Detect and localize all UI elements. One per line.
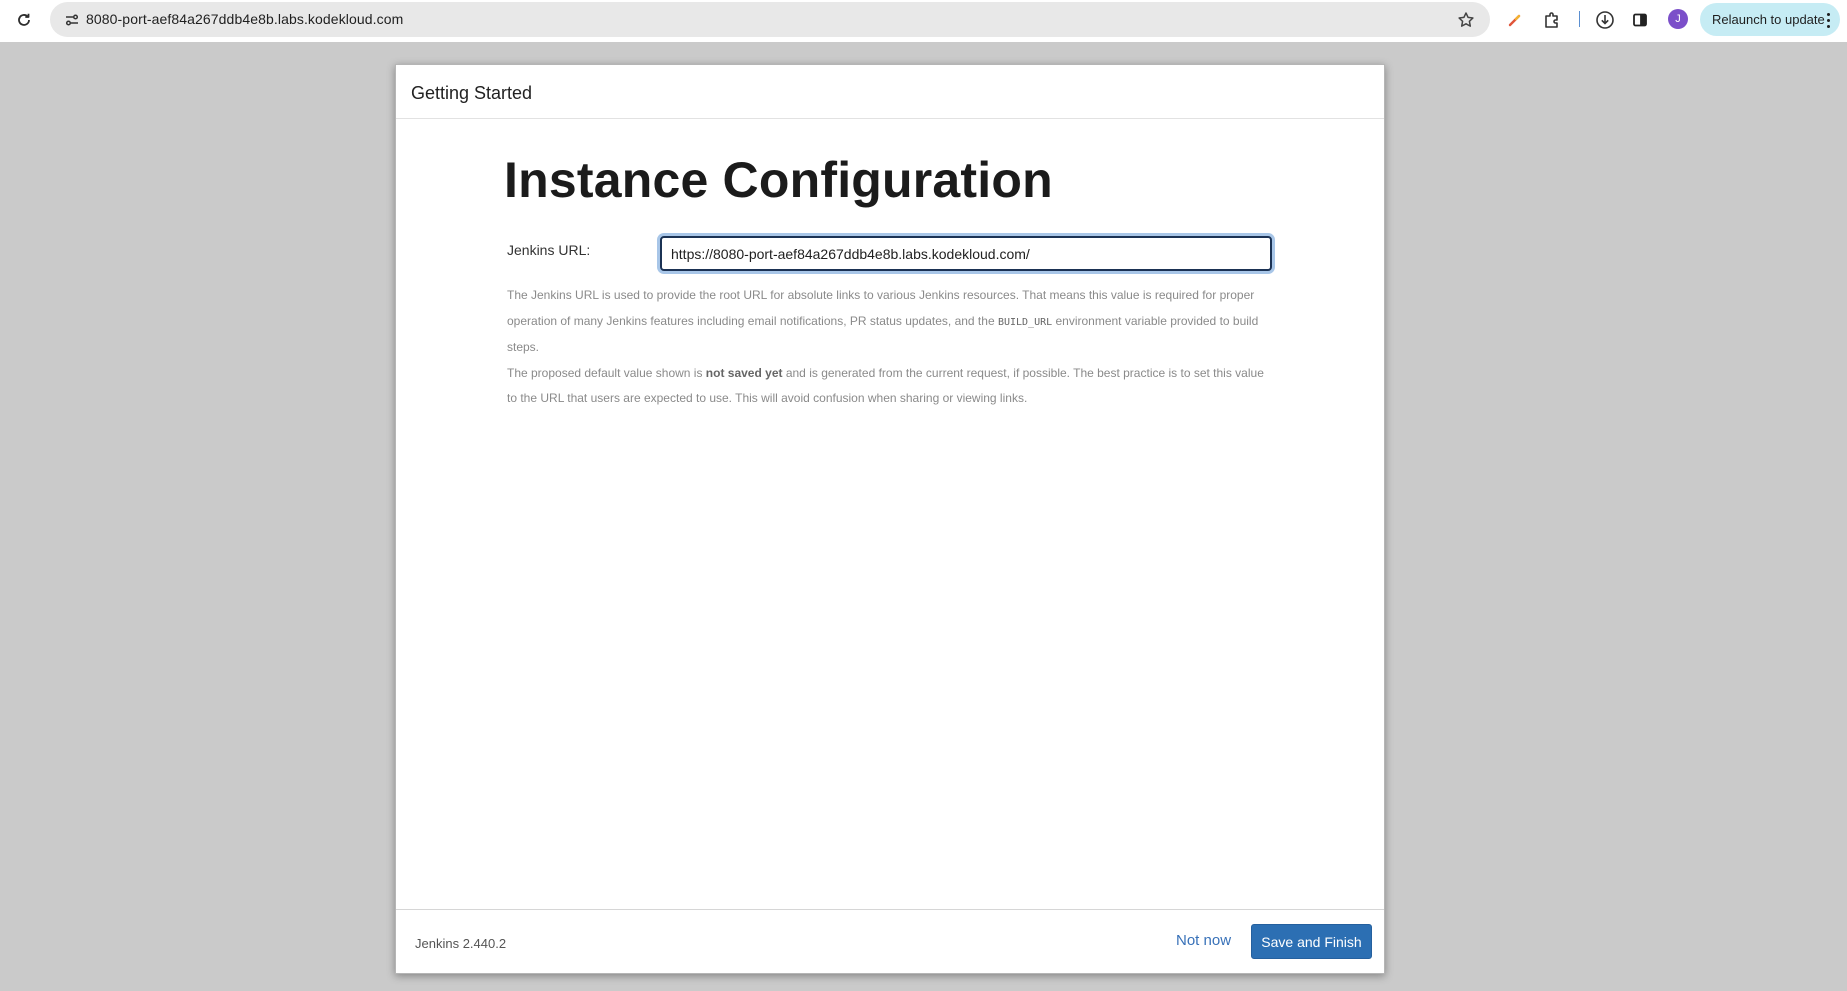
relaunch-label: Relaunch to update xyxy=(1712,12,1825,27)
address-bar-url[interactable]: 8080-port-aef84a267ddb4e8b.labs.kodeklou… xyxy=(86,11,403,27)
extensions-icon[interactable] xyxy=(1538,6,1566,34)
browser-toolbar: 8080-port-aef84a267ddb4e8b.labs.kodeklou… xyxy=(0,0,1847,42)
help-paragraph-2: The proposed default value shown is not … xyxy=(507,365,1264,406)
side-panel-icon[interactable] xyxy=(1626,6,1654,34)
profile-avatar[interactable]: J xyxy=(1668,9,1688,29)
not-now-link[interactable]: Not now xyxy=(1176,932,1231,949)
color-picker-icon[interactable] xyxy=(1501,6,1529,34)
help-paragraph-1: The Jenkins URL is used to provide the r… xyxy=(507,288,1259,354)
reload-icon[interactable] xyxy=(10,6,38,34)
site-info-icon[interactable] xyxy=(58,6,86,34)
setup-dialog: Getting Started Instance Configuration J… xyxy=(395,64,1385,974)
jenkins-url-help: The Jenkins URL is used to provide the r… xyxy=(507,283,1277,412)
download-icon[interactable] xyxy=(1591,6,1619,34)
dialog-title: Getting Started xyxy=(411,83,533,103)
dialog-footer: Jenkins 2.440.2 Not now Save and Finish xyxy=(396,909,1384,973)
build-url-code: BUILD_URL xyxy=(997,316,1053,328)
save-and-finish-button[interactable]: Save and Finish xyxy=(1251,924,1372,959)
more-menu-icon[interactable] xyxy=(1824,10,1832,30)
not-saved-emphasis: not saved yet xyxy=(705,365,783,380)
dialog-header: Getting Started xyxy=(396,65,1384,119)
jenkins-version: Jenkins 2.440.2 xyxy=(415,936,507,951)
toolbar-divider xyxy=(1579,11,1580,27)
jenkins-url-label: Jenkins URL: xyxy=(507,242,591,258)
page-title: Instance Configuration xyxy=(504,152,1053,208)
relaunch-to-update-button[interactable]: Relaunch to update xyxy=(1700,3,1840,36)
jenkins-url-input[interactable] xyxy=(660,236,1272,271)
address-bar[interactable]: 8080-port-aef84a267ddb4e8b.labs.kodeklou… xyxy=(50,2,1490,37)
star-icon[interactable] xyxy=(1452,6,1480,34)
